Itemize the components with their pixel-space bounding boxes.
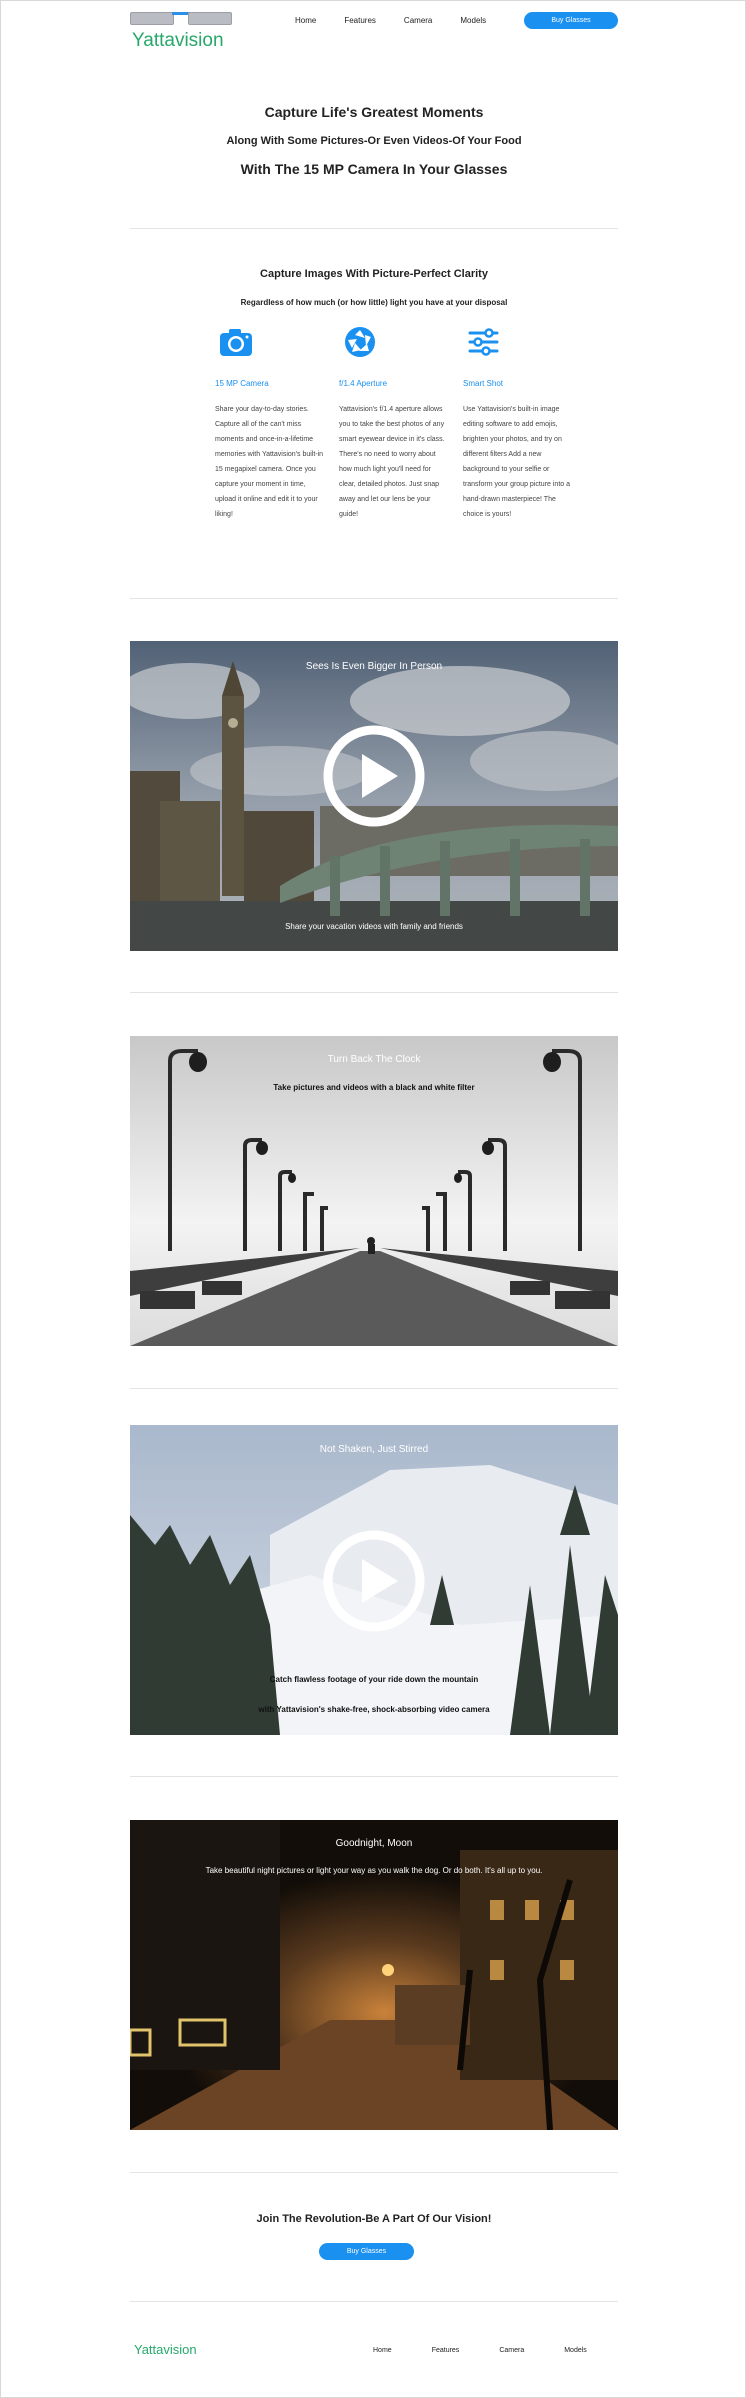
play-button-icon[interactable]	[320, 722, 428, 830]
join-title: Join The Revolution-Be A Part Of Our Vis…	[256, 2213, 492, 2225]
feature-smart-shot: Smart Shot Use Yattavision's built-in im…	[463, 326, 573, 522]
hero-tagline: With The 15 MP Camera In Your Glasses	[240, 161, 508, 177]
hero-headline: Capture Life's Greatest Moments	[264, 104, 484, 120]
panel-caption: Take pictures and videos with a black an…	[273, 1083, 475, 1092]
footer-nav-features[interactable]: Features	[432, 2347, 460, 2354]
photo-panel-pier: Turn Back The Clock Take pictures and vi…	[130, 1036, 618, 1346]
panel-title: Sees Is Even Bigger In Person	[305, 661, 443, 672]
nav-models[interactable]: Models	[460, 16, 486, 25]
divider	[130, 1388, 618, 1389]
panel-caption: Catch flawless footage of your ride down…	[269, 1675, 479, 1684]
nav-camera[interactable]: Camera	[404, 16, 432, 25]
photo-panel-night: Goodnight, Moon Take beautiful night pic…	[130, 1820, 618, 2130]
site-header: Yattavision Home Features Camera Models …	[130, 10, 618, 54]
sliders-icon	[468, 328, 499, 356]
divider	[130, 2301, 618, 2302]
feature-description: Share your day-to-day stories. Capture a…	[215, 406, 324, 518]
hero-subheadline: Along With Some Pictures-Or Even Videos-…	[226, 135, 522, 147]
aperture-icon	[345, 327, 375, 357]
footer-nav: Home Features Camera Models	[373, 2347, 627, 2354]
panel-caption: Take beautiful night pictures or light y…	[205, 1866, 543, 1875]
video-panel-mountain[interactable]: Not Shaken, Just Stirred Catch flawless …	[130, 1425, 618, 1735]
feature-description: Yattavision's f/1.4 aperture allows you …	[339, 406, 445, 518]
nav-home[interactable]: Home	[295, 16, 316, 25]
feature-aperture: f/1.4 Aperture Yattavision's f/1.4 apert…	[339, 326, 449, 522]
panel-caption-line2: with Yattavision's shake-free, shock-abs…	[258, 1705, 490, 1714]
footer-nav-home[interactable]: Home	[373, 2347, 392, 2354]
camera-icon	[220, 329, 252, 356]
play-button-icon[interactable]	[320, 1527, 428, 1635]
feature-camera: 15 MP Camera Share your day-to-day stori…	[215, 326, 325, 522]
nav-features[interactable]: Features	[344, 16, 376, 25]
panel-title: Turn Back The Clock	[327, 1054, 421, 1065]
features-subtitle: Regardless of how much (or how little) l…	[240, 298, 508, 307]
divider	[130, 228, 618, 229]
brand-logo[interactable]: Yattavision	[132, 30, 224, 52]
hero-section: Capture Life's Greatest Moments Along Wi…	[130, 104, 618, 177]
footer-nav-models[interactable]: Models	[564, 2347, 587, 2354]
feature-name: Smart Shot	[463, 379, 504, 388]
main-nav: Home Features Camera Models	[295, 16, 514, 25]
video-panel-london[interactable]: Sees Is Even Bigger In Person Share your…	[130, 641, 618, 951]
divider	[130, 1776, 618, 1777]
buy-glasses-button[interactable]: Buy Glasses	[524, 12, 618, 29]
divider	[130, 2172, 618, 2173]
feature-description: Use Yattavision's built-in image editing…	[463, 406, 570, 518]
footer-logo[interactable]: Yattavision	[134, 2342, 197, 2357]
divider	[130, 992, 618, 993]
feature-name: f/1.4 Aperture	[339, 379, 388, 388]
divider	[130, 598, 618, 599]
panel-title: Not Shaken, Just Stirred	[319, 1444, 429, 1455]
footer-nav-camera[interactable]: Camera	[499, 2347, 524, 2354]
glasses-logo-icon	[130, 12, 232, 28]
feature-name: 15 MP Camera	[215, 379, 269, 388]
panel-caption: Share your vacation videos with family a…	[285, 922, 463, 931]
join-buy-glasses-button[interactable]: Buy Glasses	[319, 2243, 414, 2260]
panel-title: Goodnight, Moon	[335, 1838, 413, 1849]
features-title: Capture Images With Picture-Perfect Clar…	[260, 268, 488, 280]
